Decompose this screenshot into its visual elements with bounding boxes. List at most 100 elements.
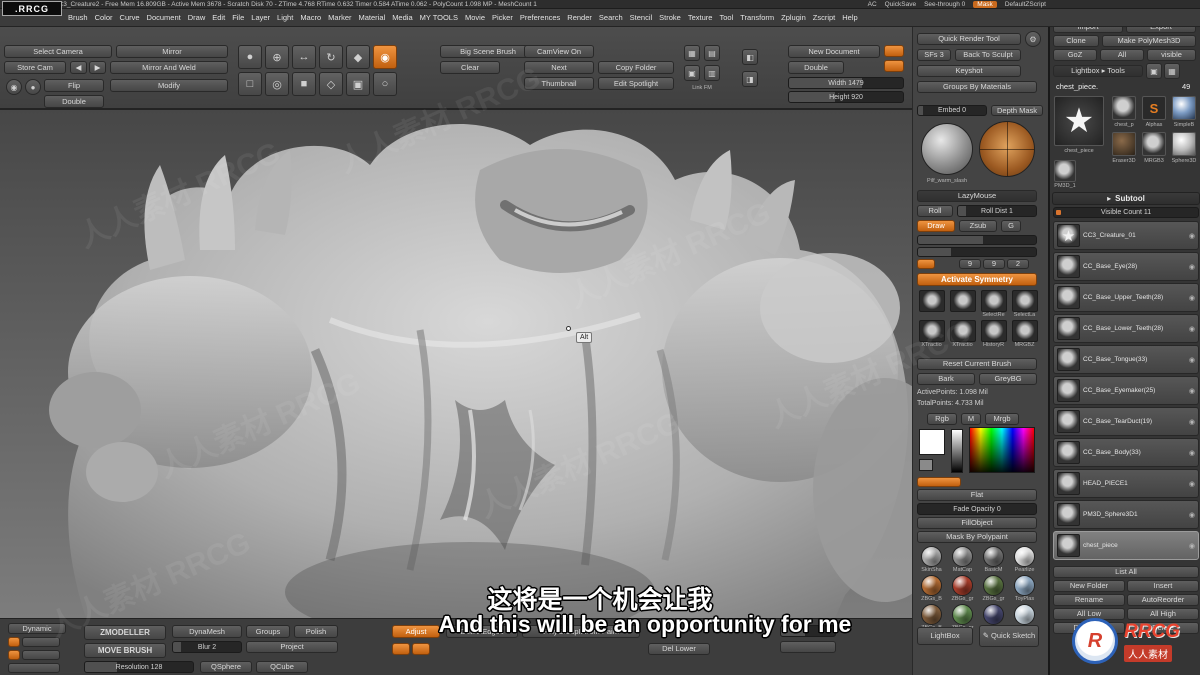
goz-button[interactable]: GoZ bbox=[1053, 49, 1097, 61]
wsize-button[interactable] bbox=[884, 45, 904, 57]
z-intensity-slider[interactable] bbox=[917, 247, 1037, 257]
sym-x-button[interactable]: 9 bbox=[959, 259, 981, 269]
tool-thumbnail[interactable] bbox=[1112, 132, 1136, 156]
edit-spotlight-button[interactable]: Edit Spotlight bbox=[598, 77, 674, 90]
menu-item[interactable]: Picker bbox=[492, 13, 513, 22]
secondary-color-swatch[interactable] bbox=[919, 459, 933, 471]
depth-mask-button[interactable]: Depth Mask bbox=[991, 105, 1043, 116]
brush-item[interactable]: MRGBZ bbox=[1010, 320, 1039, 348]
alphas-plugin-icon[interactable]: S bbox=[1142, 96, 1166, 120]
menu-item[interactable]: Help bbox=[842, 13, 857, 22]
eye-icon[interactable]: ◉ bbox=[1189, 418, 1195, 426]
tool-thumbnail[interactable] bbox=[1112, 96, 1136, 120]
mrgb-mode-button[interactable]: Mrgb bbox=[985, 413, 1019, 425]
eye-icon[interactable]: ◉ bbox=[1189, 387, 1195, 395]
sfs-button[interactable]: SFs 3 bbox=[917, 49, 951, 61]
mini-toggle-b[interactable] bbox=[8, 650, 20, 660]
subtool-action-button[interactable]: Insert bbox=[1127, 580, 1199, 592]
mirror-and-weld-button[interactable]: Mirror And Weld bbox=[110, 61, 228, 74]
subtool-row[interactable]: CC_Base_Upper_Teeth(28) ◉ bbox=[1053, 283, 1199, 312]
menu-item[interactable]: Search bbox=[599, 13, 623, 22]
embed-slider[interactable]: Embed 0 bbox=[917, 105, 987, 116]
link-grid-icon[interactable]: ▦ bbox=[684, 45, 700, 61]
big-scene-brush-button[interactable]: Big Scene Brush bbox=[440, 45, 536, 58]
menu-item[interactable]: Color bbox=[95, 13, 113, 22]
subtool-row[interactable]: CC_Base_Eyemaker(25) ◉ bbox=[1053, 376, 1199, 405]
mini-button-b[interactable] bbox=[22, 650, 60, 660]
fade-opacity-slider[interactable]: Fade Opacity 0 bbox=[917, 503, 1037, 515]
tool-thumbnail[interactable] bbox=[1054, 160, 1076, 182]
eye-icon[interactable]: ◉ bbox=[1189, 542, 1195, 550]
folder-icon[interactable]: ▣ bbox=[684, 65, 700, 81]
main-color-swatch[interactable] bbox=[919, 429, 945, 455]
eye-icon[interactable]: ◉ bbox=[1189, 263, 1195, 271]
roll-button[interactable]: Roll bbox=[917, 205, 953, 217]
misc-button[interactable] bbox=[780, 641, 836, 653]
menu-item[interactable]: Movie bbox=[465, 13, 485, 22]
gear-icon[interactable]: ⚙ bbox=[1025, 31, 1041, 47]
title-status-item[interactable]: Mask bbox=[973, 0, 997, 8]
folder-small-icon[interactable]: ▣ bbox=[1146, 63, 1162, 79]
shelf-tool-icon[interactable]: ■ bbox=[292, 72, 316, 96]
shelf-tool-icon[interactable]: ◇ bbox=[319, 72, 343, 96]
menu-item[interactable]: Curve bbox=[120, 13, 140, 22]
shelf-tool-icon[interactable]: ● bbox=[238, 45, 262, 69]
back-to-sculpt-button[interactable]: Back To Sculpt bbox=[955, 49, 1021, 61]
menu-item[interactable]: Transform bbox=[740, 13, 774, 22]
subtool-row[interactable]: HEAD_PIECE1 ◉ bbox=[1053, 469, 1199, 498]
dynamic-button[interactable]: Dynamic bbox=[8, 623, 66, 634]
sym-y-button[interactable]: 9 bbox=[983, 259, 1005, 269]
material-item[interactable]: BasicM bbox=[979, 546, 1008, 573]
brush-item[interactable]: XTractio bbox=[948, 320, 977, 348]
eye-icon[interactable]: ◉ bbox=[1189, 325, 1195, 333]
m-mode-button[interactable]: M bbox=[961, 413, 981, 425]
greybg-button[interactable]: GreyBG bbox=[979, 373, 1037, 385]
mini-button-a[interactable] bbox=[22, 637, 60, 647]
shelf-tool-icon[interactable]: ◉ bbox=[373, 45, 397, 69]
eye-icon[interactable]: ◉ bbox=[1189, 449, 1195, 457]
fill-object-button[interactable]: FillObject bbox=[917, 517, 1037, 529]
tool-thumbnail[interactable] bbox=[1172, 96, 1196, 120]
shelf-tool-icon[interactable]: ⊕ bbox=[265, 45, 289, 69]
prev-arrow-icon[interactable]: ◀ bbox=[70, 61, 87, 74]
del-lower-button[interactable]: Del Lower bbox=[648, 643, 710, 655]
mini-toggle-c[interactable] bbox=[392, 643, 410, 655]
menu-item[interactable]: Draw bbox=[188, 13, 206, 22]
quick-render-tool-button[interactable]: Quick Render Tool bbox=[917, 33, 1021, 45]
switch-color-button[interactable] bbox=[917, 477, 961, 487]
double-document-button[interactable]: Double bbox=[788, 61, 844, 74]
page-icon[interactable]: ▤ bbox=[704, 45, 720, 61]
new-document-button[interactable]: New Document bbox=[788, 45, 880, 58]
subtool-action-button[interactable]: List All bbox=[1053, 566, 1199, 578]
menu-item[interactable]: Edit bbox=[212, 13, 225, 22]
qsphere-button[interactable]: QSphere bbox=[200, 661, 252, 673]
menu-item[interactable]: Media bbox=[392, 13, 412, 22]
draw-mode-button[interactable]: Draw bbox=[917, 220, 955, 232]
title-status-item[interactable]: AC bbox=[868, 1, 877, 8]
shelf-tool-icon[interactable]: □ bbox=[238, 72, 262, 96]
subtool-row[interactable]: PM3D_Sphere3D1 ◉ bbox=[1053, 500, 1199, 529]
subtool-row[interactable]: CC_Base_Tongue(33) ◉ bbox=[1053, 345, 1199, 374]
groups-by-materials-button[interactable]: Groups By Materials bbox=[917, 81, 1037, 93]
camview-on-button[interactable]: CamView On bbox=[524, 45, 594, 58]
subtool-row[interactable]: CC3_Creature_01 ◉ bbox=[1053, 221, 1199, 250]
eye-icon[interactable]: ◉ bbox=[1189, 232, 1195, 240]
subtool-row[interactable]: CC_Base_TearDuct(19) ◉ bbox=[1053, 407, 1199, 436]
mini-toggle-a[interactable] bbox=[8, 637, 20, 647]
all-button[interactable]: All bbox=[1100, 49, 1144, 61]
temp-icon[interactable]: ◨ bbox=[742, 71, 758, 87]
visible-button[interactable]: visible bbox=[1147, 49, 1196, 61]
copy-folder-button[interactable]: Copy Folder bbox=[598, 61, 674, 74]
select-camera-button[interactable]: Select Camera bbox=[4, 45, 112, 58]
menu-item[interactable]: File bbox=[232, 13, 244, 22]
shelf-tool-icon[interactable]: ↻ bbox=[319, 45, 343, 69]
color-picker[interactable] bbox=[969, 427, 1035, 473]
subtool-row[interactable]: chest_piece ◉ bbox=[1053, 531, 1199, 560]
value-strip[interactable] bbox=[951, 429, 963, 473]
brush-item[interactable]: XTractio bbox=[917, 320, 946, 348]
brush-item[interactable]: SelectRe bbox=[979, 290, 1008, 318]
shelf-tool-icon[interactable]: ▣ bbox=[346, 72, 370, 96]
menu-item[interactable]: Macro bbox=[300, 13, 321, 22]
title-status-item[interactable]: See-through 0 bbox=[924, 1, 965, 8]
material-item[interactable]: SkinSha bbox=[917, 546, 946, 573]
